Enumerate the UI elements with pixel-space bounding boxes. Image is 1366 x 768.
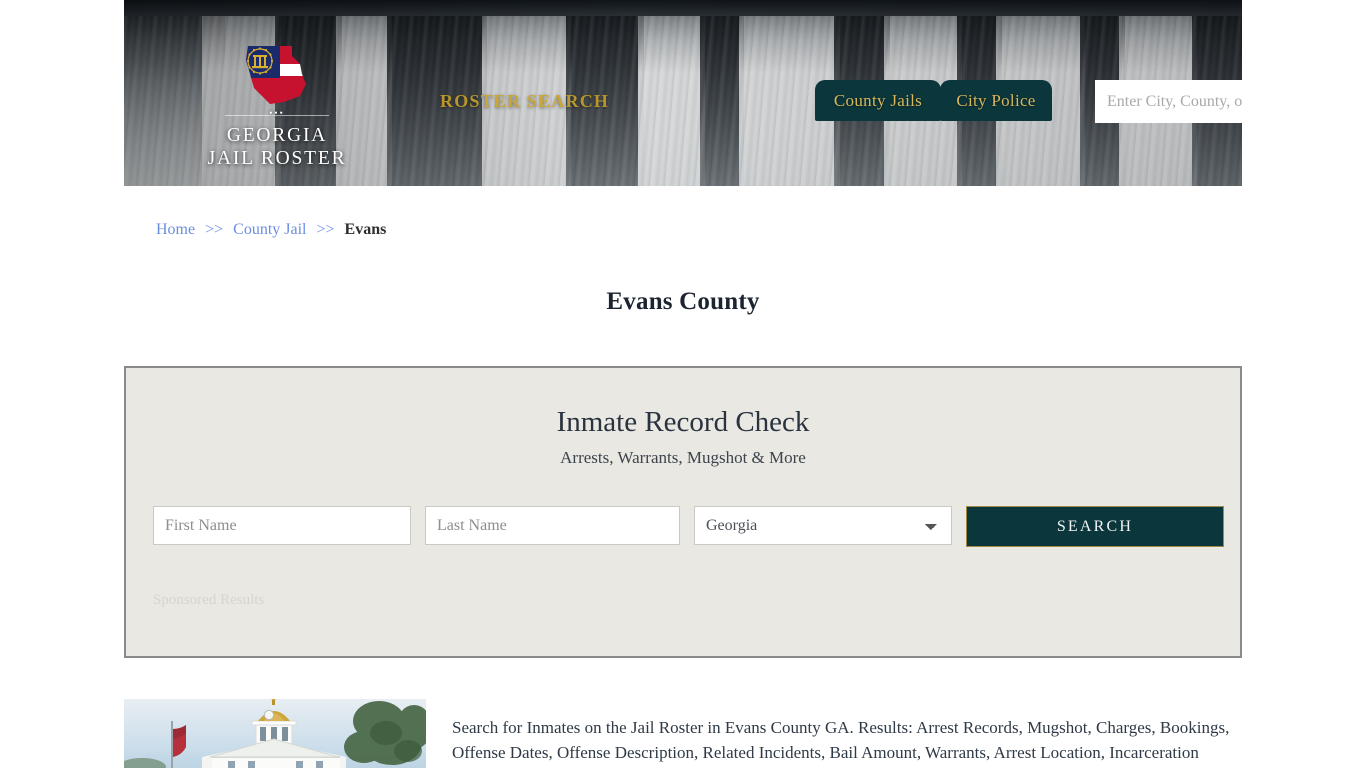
header-tagline: ROSTER SEARCH xyxy=(440,91,610,111)
nav-city-police-label: City Police xyxy=(956,90,1036,110)
inmate-search-form: Georgia SEARCH xyxy=(153,506,1224,547)
breadcrumb-item-county-jail[interactable]: County Jail xyxy=(233,221,306,238)
page-root: GEORGIA JAIL ROSTER ROSTER SEARCH County… xyxy=(0,0,1366,768)
site-header: GEORGIA JAIL ROSTER ROSTER SEARCH County… xyxy=(124,0,1242,186)
header-search-bar xyxy=(1095,80,1242,123)
page-title: Evans County xyxy=(606,287,760,315)
inmate-record-check-panel: Inmate Record Check Arrests, Warrants, M… xyxy=(124,366,1242,658)
breadcrumb-separator-2: >> xyxy=(316,221,335,238)
logo-line-1: GEORGIA xyxy=(226,125,328,146)
sponsored-results-label: Sponsored Results xyxy=(153,592,265,608)
inmate-search-button[interactable]: SEARCH xyxy=(966,506,1224,547)
logo-line-2: JAIL ROSTER xyxy=(207,148,347,169)
first-name-input[interactable] xyxy=(153,506,411,545)
nav-county-jails[interactable]: County Jails xyxy=(815,80,941,121)
panel-subheading: Arrests, Warrants, Mugshot & More xyxy=(560,448,806,467)
courthouse-image xyxy=(124,699,426,768)
panel-heading: Inmate Record Check xyxy=(556,406,810,438)
breadcrumb: Home >> County Jail >> Evans xyxy=(156,221,386,239)
last-name-input[interactable] xyxy=(425,506,680,545)
site-logo[interactable]: GEORGIA JAIL ROSTER xyxy=(187,44,367,170)
courthouse-thumbnail[interactable] xyxy=(124,699,426,768)
header-search-input[interactable] xyxy=(1095,80,1242,123)
georgia-state-flag-shape-icon xyxy=(246,46,306,104)
page-description: Search for Inmates on the Jail Roster in… xyxy=(452,718,1230,768)
breadcrumb-separator-1: >> xyxy=(205,221,224,238)
state-select[interactable]: Georgia xyxy=(694,506,952,545)
nav-city-police[interactable]: City Police xyxy=(940,80,1052,121)
breadcrumb-item-home[interactable]: Home xyxy=(156,221,195,238)
logo-divider xyxy=(225,106,329,120)
breadcrumb-item-current: Evans xyxy=(344,221,387,238)
nav-county-jails-label: County Jails xyxy=(833,90,923,110)
